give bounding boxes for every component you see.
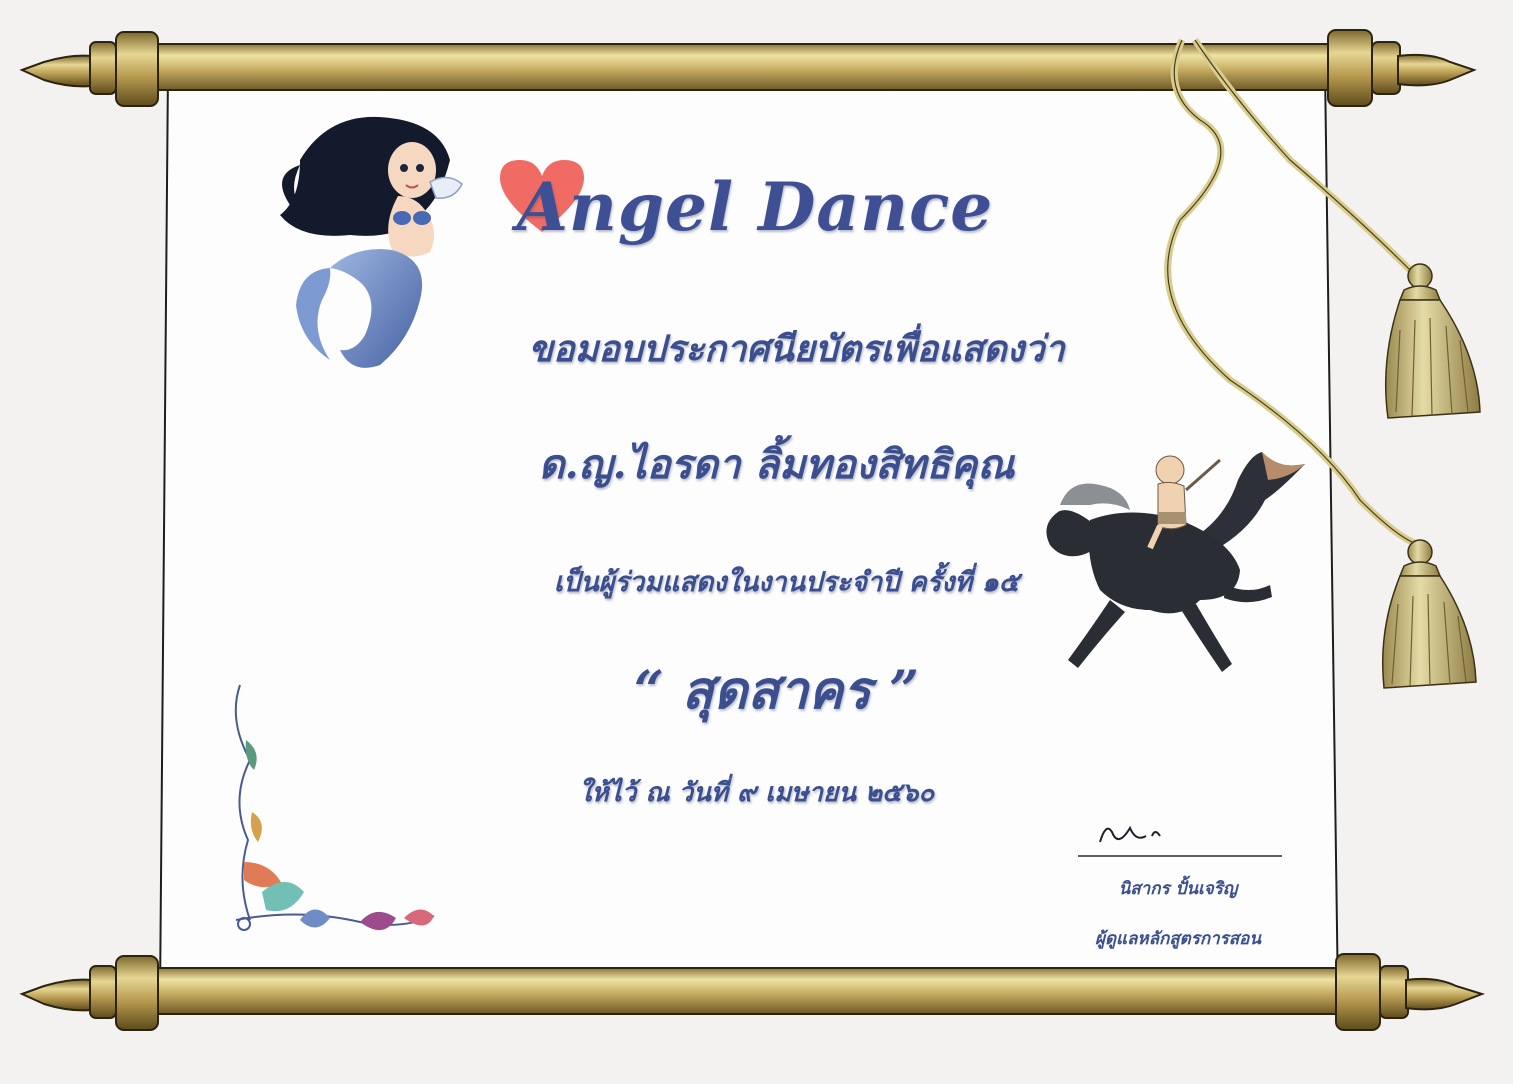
recipient-name: ด.ญ.ไอรดา ลิ้มทองสิทธิคุณ bbox=[538, 441, 1015, 488]
certificate-title: Angel Dance bbox=[516, 168, 994, 246]
participation-text: เป็นผู้ร่วมแสดงในงานประจำปี ครั้งที่ ๑๕ bbox=[553, 567, 1020, 598]
certificate-scroll bbox=[19, 29, 1486, 1031]
certificate-intro-text: ขอมอบประกาศนียบัตรเพื่อแสดงว่า bbox=[528, 328, 1065, 370]
issue-date: ให้ไว้ ณ วันที่ ๙ เมษายน ๒๕๖๐ bbox=[578, 778, 935, 808]
signer-name: นิสากร ปั้นเจริญ bbox=[1118, 879, 1238, 899]
signer-role: ผู้ดูแลหลักสูตรการสอน bbox=[1094, 929, 1261, 949]
event-title: “ สุดสาคร ” bbox=[633, 660, 920, 721]
